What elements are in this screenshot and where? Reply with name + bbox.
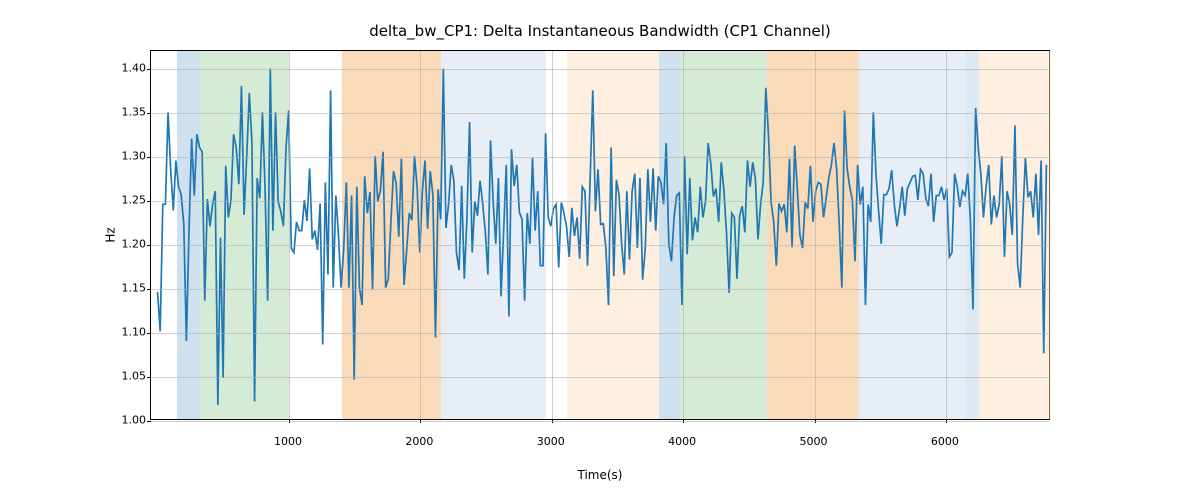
line-series-svg [151, 51, 1049, 419]
y-tick-mark [147, 201, 151, 202]
y-tick-label: 1.25 [112, 193, 146, 206]
y-tick-label: 1.30 [112, 149, 146, 162]
gridline-v [815, 51, 816, 419]
gridline-v [420, 51, 421, 419]
y-tick-label: 1.20 [112, 237, 146, 250]
y-tick-mark [147, 245, 151, 246]
gridline-h [151, 245, 1049, 246]
gridline-h [151, 289, 1049, 290]
gridline-h [151, 113, 1049, 114]
gridline-h [151, 201, 1049, 202]
y-tick-mark [147, 421, 151, 422]
gridline-v [683, 51, 684, 419]
x-tick-label: 6000 [931, 435, 959, 448]
gridline-v [946, 51, 947, 419]
y-tick-label: 1.10 [112, 325, 146, 338]
y-tick-mark [147, 113, 151, 114]
x-tick-label: 4000 [668, 435, 696, 448]
chart-title: delta_bw_CP1: Delta Instantaneous Bandwi… [0, 22, 1200, 40]
x-axis-label: Time(s) [150, 468, 1050, 482]
x-tick-label: 2000 [405, 435, 433, 448]
x-tick-label: 1000 [274, 435, 302, 448]
gridline-h [151, 69, 1049, 70]
x-tick-label: 5000 [800, 435, 828, 448]
series-line [158, 69, 1047, 405]
gridline-h [151, 333, 1049, 334]
gridline-h [151, 421, 1049, 422]
y-tick-label: 1.35 [112, 105, 146, 118]
x-tick-label: 3000 [537, 435, 565, 448]
y-tick-mark [147, 289, 151, 290]
y-tick-label: 1.05 [112, 369, 146, 382]
gridline-h [151, 157, 1049, 158]
gridline-h [151, 377, 1049, 378]
y-tick-label: 1.15 [112, 281, 146, 294]
y-tick-mark [147, 157, 151, 158]
chart-container: delta_bw_CP1: Delta Instantaneous Bandwi… [0, 0, 1200, 500]
plot-area [150, 50, 1050, 420]
y-tick-mark [147, 69, 151, 70]
y-tick-mark [147, 377, 151, 378]
y-tick-label: 1.40 [112, 61, 146, 74]
gridline-v [289, 51, 290, 419]
gridline-v [552, 51, 553, 419]
y-tick-mark [147, 333, 151, 334]
y-tick-label: 1.00 [112, 414, 146, 427]
